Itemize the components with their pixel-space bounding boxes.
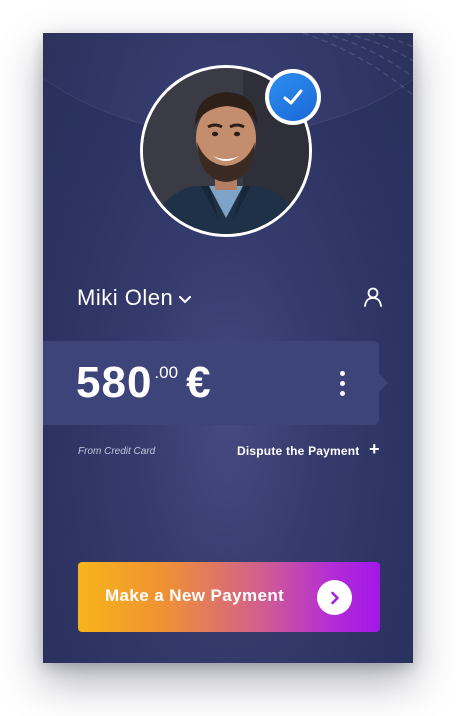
payment-amount: 580 .00 €	[76, 359, 211, 407]
chevron-right-icon	[330, 591, 339, 604]
chevron-down-icon	[179, 295, 192, 303]
kebab-icon[interactable]	[335, 371, 349, 401]
profile-name-selector[interactable]: Miki Olen	[77, 285, 192, 311]
dispute-plus-icon[interactable]: +	[369, 439, 380, 460]
verified-badge	[265, 69, 321, 125]
amount-main: 580	[76, 358, 153, 407]
user-icon[interactable]	[363, 287, 383, 307]
make-new-payment-button[interactable]: Make a New Payment	[78, 562, 380, 632]
profile-name: Miki Olen	[77, 285, 174, 310]
next-button-circle	[317, 580, 352, 615]
currency-symbol: €	[186, 358, 211, 407]
amount-panel: 580 .00 €	[43, 341, 388, 425]
payment-source: From Credit Card	[78, 446, 156, 457]
dispute-payment-link[interactable]: Dispute the Payment	[237, 444, 360, 458]
make-new-payment-label: Make a New Payment	[105, 586, 285, 605]
check-icon	[283, 89, 303, 105]
payment-card: Miki Olen 580 .00 € From Credit Card Dis…	[43, 33, 413, 663]
amount-panel-pointer	[379, 374, 388, 392]
amount-cents: .00	[154, 363, 179, 382]
